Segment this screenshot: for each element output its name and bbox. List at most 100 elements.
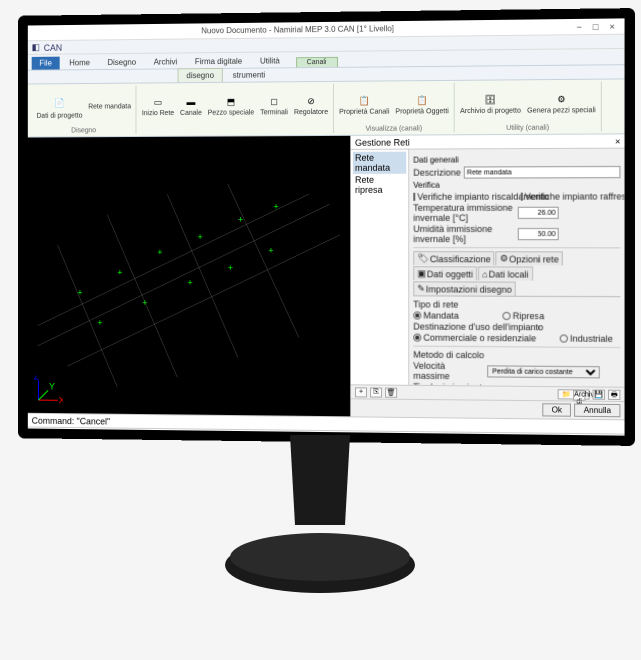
btn-regolatore[interactable]: ⊘Regolatore: [292, 92, 330, 118]
btn-terminali[interactable]: ◻Terminali: [258, 92, 290, 118]
btn-proprieta-canali[interactable]: 📋Proprietà Canali: [337, 91, 391, 117]
svg-text:+: +: [268, 245, 273, 255]
svg-text:+: +: [187, 278, 192, 288]
tab-classificazione[interactable]: 🏷Classificazione: [413, 251, 495, 265]
tab-opzioni-rete[interactable]: ⚙Opzioni rete: [496, 251, 563, 265]
subtab-strumenti[interactable]: strumenti: [225, 68, 273, 81]
dialog-footer: Ok Annulla: [351, 398, 625, 419]
options-icon: ⚙: [500, 253, 508, 264]
svg-text:+: +: [273, 201, 278, 211]
tab-disegno[interactable]: Disegno: [100, 56, 144, 69]
duct-icon: ▬: [184, 95, 198, 109]
svg-text:X: X: [59, 395, 63, 405]
tool-delete-icon[interactable]: 🗑: [385, 387, 397, 397]
lbl-temp: Temperatura immissione invernale [°C]: [413, 203, 514, 223]
tool-print-icon[interactable]: 🖶: [608, 389, 620, 399]
lbl-tipo-rete: Tipo di rete: [413, 299, 620, 310]
dialog-title: Gestione Reti: [355, 137, 410, 147]
dialog-titlebar: Gestione Reti ×: [351, 134, 625, 149]
terminal-icon: ◻: [267, 94, 281, 108]
property-tabs: 🏷Classificazione ⚙Opzioni rete ▣Dati ogg…: [413, 251, 620, 297]
tree-item-ripresa[interactable]: Rete ripresa: [353, 174, 406, 196]
cmd-prompt-text: Seleziona Entità:: [32, 429, 97, 436]
btn-rete-mandata[interactable]: Rete mandata: [86, 101, 133, 112]
ribbon-group-disegno: 📄Dati di progetto Rete mandata Disegno: [32, 86, 137, 135]
svg-text:+: +: [117, 267, 122, 277]
archive-icon: 🗄: [483, 93, 497, 107]
tab-context-canali: Canali: [296, 57, 338, 67]
tag-icon: 🏷: [417, 253, 429, 264]
btn-canale[interactable]: ▬Canale: [178, 93, 204, 119]
pencil-icon: ✎: [417, 283, 425, 294]
input-temp[interactable]: [518, 207, 559, 219]
lbl-descrizione: Descrizione: [413, 168, 461, 178]
btn-inizio-rete[interactable]: ▭Inizio Rete: [140, 93, 176, 119]
radio-mandata[interactable]: [413, 311, 421, 319]
fitting-icon: ⬒: [224, 95, 238, 109]
tab-file[interactable]: File: [32, 57, 60, 70]
tab-home[interactable]: Home: [62, 56, 98, 69]
app-window: Nuovo Documento - Namirial MEP 3.0 CAN […: [28, 18, 625, 435]
radio-industriale[interactable]: [560, 334, 568, 342]
lbl-destinazione: Destinazione d'uso dell'impianto: [413, 322, 620, 333]
svg-text:+: +: [238, 215, 243, 225]
ribbon-group-visualizza: 📋Proprietà Canali 📋Proprietà Oggetti Vis…: [334, 83, 455, 133]
qat-doc-badge: CAN: [44, 42, 62, 52]
ribbon-group-canali: ▭Inizio Rete ▬Canale ⬒Pezzo speciale ◻Te…: [137, 84, 334, 134]
cad-drawing: +++ +++ +++ ++: [28, 136, 350, 416]
tab-dati-locali[interactable]: ⌂Dati locali: [478, 266, 532, 280]
tab-dati-oggetti[interactable]: ▣Dati oggetti: [413, 266, 477, 280]
dialog-close-button[interactable]: ×: [615, 136, 620, 146]
lbl-metodo: Metodo di calcolo: [413, 350, 620, 362]
cmd-history: Command: "Cancel": [32, 415, 110, 426]
section-dati-generali: Dati generali: [413, 155, 620, 165]
btn-archivio-progetto-dlg[interactable]: 📁Archivio di progetto: [558, 389, 590, 399]
section-verifica: Verifica: [413, 180, 620, 190]
chk-riscaldamento[interactable]: [413, 193, 415, 201]
tool-copy-icon[interactable]: ⎘: [370, 387, 382, 397]
radio-ripresa[interactable]: [502, 312, 510, 320]
main-body: +++ +++ +++ ++ ZXY Gestione Reti × Rete …: [28, 134, 625, 419]
btn-pezzo-speciale[interactable]: ⬒Pezzo speciale: [206, 93, 256, 119]
svg-text:+: +: [197, 232, 202, 242]
lbl-umidita: Umidità immissione invernale [%]: [413, 224, 514, 244]
ok-button[interactable]: Ok: [542, 403, 571, 416]
btn-archivio-progetto[interactable]: 🗄Archivio di progetto: [458, 90, 523, 117]
tool-add-icon[interactable]: +: [355, 387, 367, 397]
object-props-icon: 📋: [415, 93, 429, 107]
subtab-disegno[interactable]: disegno: [178, 68, 223, 82]
btn-proprieta-oggetti[interactable]: 📋Proprietà Oggetti: [393, 91, 450, 118]
minimize-button[interactable]: −: [571, 21, 587, 31]
cancel-button[interactable]: Annulla: [574, 404, 620, 418]
btn-genera-pezzi[interactable]: ⚙Genera pezzi speciali: [525, 90, 598, 117]
ribbon: 📄Dati di progetto Rete mandata Disegno ▭…: [28, 79, 625, 137]
tab-archivi[interactable]: Archivi: [146, 55, 185, 68]
start-icon: ▭: [151, 95, 165, 109]
gear-icon: ⚙: [554, 92, 568, 106]
properties-icon: 📋: [357, 94, 371, 108]
radio-commerciale[interactable]: [413, 334, 421, 342]
maximize-button[interactable]: □: [587, 21, 603, 31]
btn-dati-progetto[interactable]: 📄Dati di progetto: [35, 92, 85, 122]
app-menu-icon[interactable]: ◧: [32, 42, 40, 53]
input-descrizione[interactable]: [464, 166, 621, 179]
damper-icon: ⊘: [304, 94, 318, 108]
document-icon: 📄: [51, 94, 68, 112]
input-umidita[interactable]: [518, 228, 559, 240]
close-button[interactable]: ×: [604, 21, 621, 31]
tool-export-icon[interactable]: 💾: [593, 389, 605, 399]
tree-item-mandata[interactable]: Rete mandata: [353, 152, 406, 174]
svg-text:Y: Y: [49, 381, 55, 391]
svg-text:Z: Z: [34, 375, 40, 381]
svg-text:+: +: [157, 247, 162, 257]
chk-raffrescamento[interactable]: [521, 193, 523, 201]
cad-viewport[interactable]: +++ +++ +++ ++ ZXY: [28, 136, 350, 416]
tab-impostazioni-disegno[interactable]: ✎Impostazioni disegno: [413, 281, 516, 295]
dialog-gestione-reti: Gestione Reti × Rete mandata Rete ripres…: [350, 134, 625, 419]
svg-text:+: +: [97, 318, 102, 328]
monitor-frame: Nuovo Documento - Namirial MEP 3.0 CAN […: [18, 8, 635, 446]
select-metodo[interactable]: Perdita di carico costante: [487, 365, 600, 378]
ribbon-group-utility: 🗄Archivio di progetto ⚙Genera pezzi spec…: [455, 82, 602, 133]
tab-utilita[interactable]: Utilità: [252, 54, 288, 67]
tab-firma[interactable]: Firma digitale: [187, 55, 250, 69]
